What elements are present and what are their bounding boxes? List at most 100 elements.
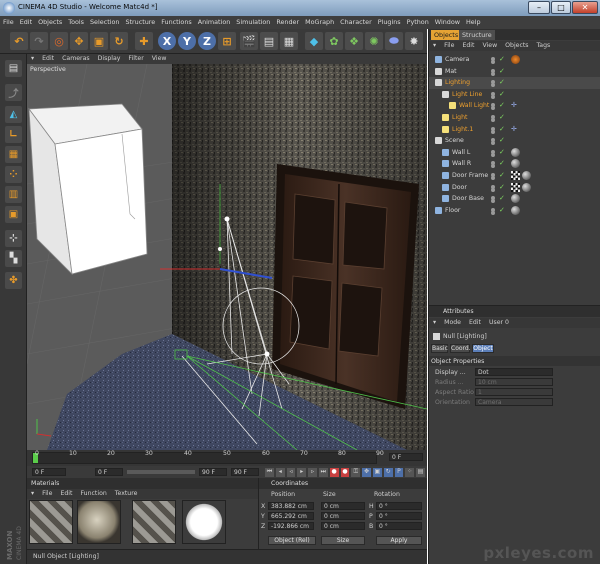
uvw-tag-icon[interactable] [511, 171, 520, 180]
make-editable-icon[interactable]: ⤴ [5, 84, 22, 101]
point-level-icon[interactable]: ⁘ [405, 468, 415, 477]
render-visibility-dot[interactable] [491, 164, 495, 169]
viewport-menu-display[interactable]: Display [94, 54, 125, 63]
uvw-tag-icon[interactable] [511, 182, 520, 192]
menu-mograph[interactable]: MoGraph [302, 16, 337, 26]
texture-mode-icon[interactable]: ▦ [5, 146, 22, 163]
enable-check-icon[interactable]: ✓ [499, 194, 505, 202]
object-row[interactable]: Floor ✓ [429, 205, 600, 217]
play-icon[interactable]: ▸ [297, 468, 307, 477]
menu-edit[interactable]: Edit [17, 16, 35, 26]
tab-object[interactable]: Object [472, 344, 494, 353]
render-visibility-dot[interactable] [491, 129, 495, 134]
menu-window[interactable]: Window [432, 16, 463, 26]
scene-icon[interactable]: ⬬ [385, 32, 403, 50]
size-x-field[interactable]: 0 cm [321, 502, 365, 510]
light-icon[interactable]: ✸ [405, 32, 423, 50]
add-object-icon[interactable]: ✚ [135, 32, 153, 50]
render-visibility-dot[interactable] [491, 187, 495, 192]
object-row[interactable]: Camera ✓ [429, 54, 600, 66]
render-view-icon[interactable]: 🎬 [240, 32, 258, 50]
menu-python[interactable]: Python [404, 16, 432, 26]
position-y-field[interactable]: 665.292 cm [268, 512, 314, 520]
rotation-h-field[interactable]: 0 ° [376, 502, 422, 510]
model-mode-icon[interactable]: ◭ [5, 106, 22, 123]
object-row[interactable]: Wall L ✓ [429, 147, 600, 159]
go-to-start-icon[interactable]: ⏮ [265, 468, 274, 477]
material-swatch-1[interactable] [29, 500, 73, 544]
menu-help[interactable]: Help [463, 16, 484, 26]
position-z-field[interactable]: -192.866 cm [268, 522, 314, 530]
render-visibility-dot[interactable] [491, 94, 495, 99]
object-row[interactable]: Door Base ✓ [429, 193, 600, 205]
material-tag-icon[interactable] [511, 194, 520, 204]
object-row[interactable]: Wall Light ✓ ✛ [429, 100, 600, 112]
deformer-icon[interactable]: ❖ [345, 32, 363, 50]
enable-check-icon[interactable]: ✓ [499, 183, 505, 191]
object-row[interactable]: Wall R ✓ [429, 158, 600, 170]
cube-icon[interactable]: ◆ [305, 32, 323, 50]
redo-icon[interactable]: ↷ [30, 32, 48, 50]
objects-menu-icon[interactable]: ▾ [429, 41, 440, 50]
rotation-key-icon[interactable]: ↻ [383, 468, 393, 477]
scale-icon[interactable]: ▣ [90, 32, 108, 50]
enable-axis-icon[interactable]: ⊹ [5, 230, 22, 247]
maximize-button[interactable]: □ [551, 1, 571, 14]
generator-icon[interactable]: ✺ [365, 32, 383, 50]
keyframe-selection-icon[interactable]: ⚿ [351, 468, 361, 477]
tab-basic[interactable]: Basic [431, 344, 448, 353]
x-axis-icon[interactable]: X [158, 32, 176, 50]
object-row[interactable]: Mat ✓ [429, 66, 600, 78]
objects-menu-file[interactable]: File [440, 41, 458, 50]
object-row[interactable]: Door ✓ [429, 182, 600, 194]
viewport-menu-view[interactable]: View [148, 54, 171, 63]
object-row[interactable]: Light.1 ✓ ✛ [429, 124, 600, 136]
viewport-menu-edit[interactable]: Edit [38, 54, 58, 63]
nurbs-icon[interactable]: ✿ [325, 32, 343, 50]
coordinate-system-icon[interactable]: ⊞ [218, 32, 236, 50]
object-row[interactable]: Light ✓ [429, 112, 600, 124]
position-key-icon[interactable]: ✥ [362, 468, 371, 477]
objects-menu-edit[interactable]: Edit [458, 41, 478, 50]
menu-simulation[interactable]: Simulation [233, 16, 273, 26]
attributes-menu-edit[interactable]: Edit [465, 318, 485, 327]
move-icon[interactable]: ✥ [70, 32, 88, 50]
render-visibility-dot[interactable] [491, 83, 495, 88]
size-y-field[interactable]: 0 cm [321, 512, 365, 520]
viewport-menu-icon[interactable]: ▾ [27, 54, 38, 63]
snapping-icon[interactable]: ▚ [5, 250, 22, 267]
enable-check-icon[interactable]: ✓ [499, 90, 505, 98]
object-axis-icon[interactable]: ∟ [5, 126, 22, 143]
material-tag-icon[interactable] [511, 205, 520, 215]
object-row[interactable]: Lighting ✓ [429, 77, 600, 89]
cinema4d-app-icon[interactable] [3, 2, 15, 14]
enable-check-icon[interactable]: ✓ [499, 55, 505, 63]
max-frame-field[interactable]: 90 F [199, 468, 227, 476]
size-mode-select[interactable]: Size [321, 536, 365, 545]
menu-selection[interactable]: Selection [87, 16, 122, 26]
enable-check-icon[interactable]: ✓ [499, 159, 505, 167]
target-tag-icon[interactable]: ✛ [511, 101, 517, 109]
render-visibility-dot[interactable] [491, 141, 495, 146]
material-swatch-2[interactable] [77, 500, 121, 544]
menu-structure[interactable]: Structure [122, 16, 158, 26]
undo-icon[interactable]: ↶ [10, 32, 28, 50]
scale-key-icon[interactable]: ▣ [372, 468, 382, 477]
menu-tools[interactable]: Tools [65, 16, 87, 26]
render-visibility-dot[interactable] [491, 176, 495, 180]
points-mode-icon[interactable]: ⁘ [5, 166, 22, 183]
record-icon[interactable]: ● [329, 468, 339, 477]
materials-menu-texture[interactable]: Texture [111, 489, 142, 498]
perspective-viewport[interactable]: Perspective [27, 64, 427, 450]
menu-objects[interactable]: Objects [35, 16, 65, 26]
preview-range-slider[interactable] [127, 470, 195, 474]
enable-check-icon[interactable]: ✓ [499, 125, 505, 133]
position-x-field[interactable]: 383.882 cm [268, 502, 314, 510]
object-row[interactable]: Door Frame ✓ [429, 170, 600, 182]
enable-check-icon[interactable]: ✓ [499, 148, 505, 156]
enable-check-icon[interactable]: ✓ [499, 136, 505, 144]
material-tag-icon[interactable] [511, 159, 520, 169]
materials-menu-icon[interactable]: ▾ [27, 489, 38, 498]
live-selection-icon[interactable]: ◎ [50, 32, 68, 50]
timeline-menu-icon[interactable]: ▤ [416, 468, 425, 477]
